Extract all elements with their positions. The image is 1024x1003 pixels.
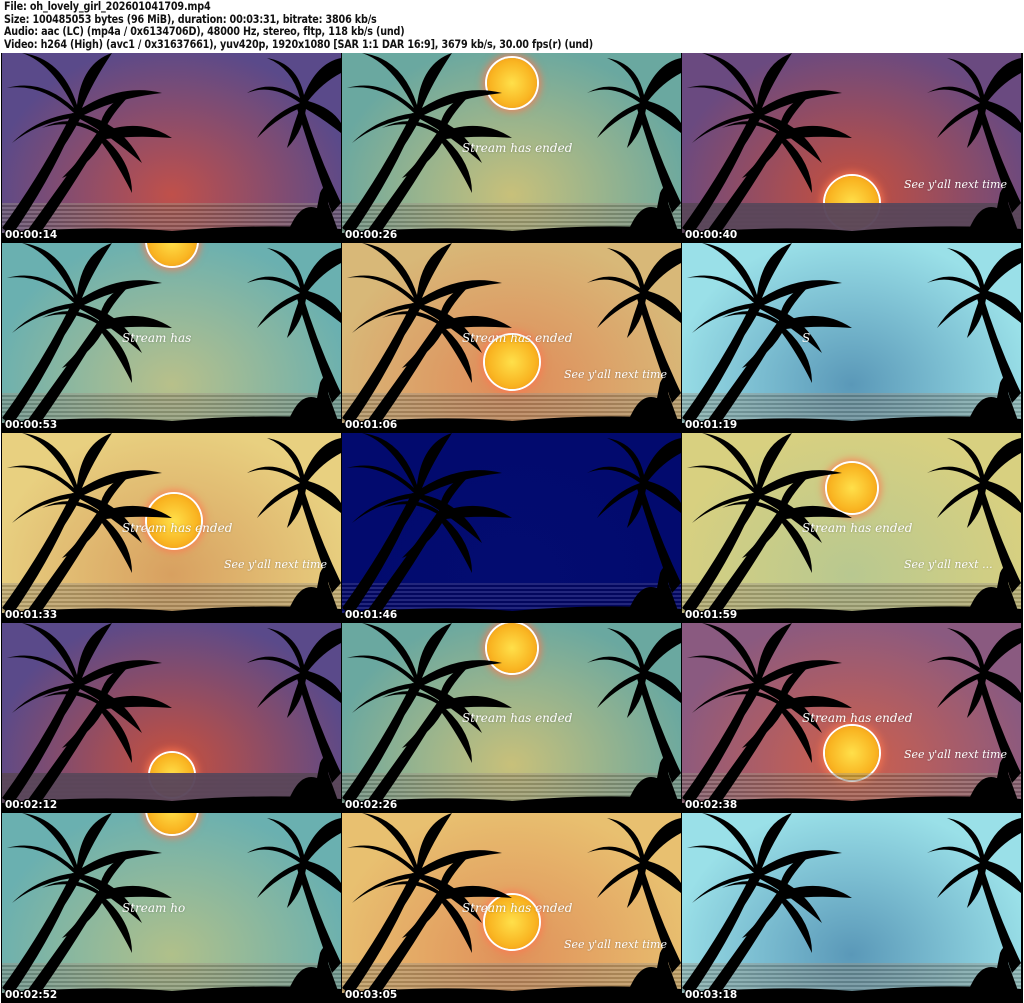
timestamp: 00:03:05	[345, 989, 398, 1001]
caption-see-you: See y'all next time	[564, 368, 667, 381]
caption-stream-ended: Stream has ended	[802, 521, 913, 535]
caption-stream-ended: Stream has ended	[802, 711, 913, 725]
timestamp: 00:01:19	[685, 419, 738, 431]
palm-silhouette-icon	[2, 623, 341, 812]
palm-silhouette-icon	[342, 433, 681, 622]
timestamp: 00:00:53	[5, 419, 58, 431]
palm-silhouette-icon	[682, 813, 1021, 1002]
caption-stream-ended: Stream has ended	[462, 331, 573, 345]
palm-silhouette-icon	[2, 53, 341, 242]
video-info: Video: h264 (High) (avc1 / 0x31637661), …	[4, 37, 593, 51]
caption-stream-ended: Stream has ended	[122, 521, 233, 535]
video-thumbnail[interactable]: Stream has ended 00:00:26	[342, 53, 681, 242]
video-thumbnail[interactable]: 00:00:14	[2, 53, 341, 242]
caption-stream-ended: Stream has ended	[462, 141, 573, 155]
timestamp: 00:00:26	[345, 229, 398, 241]
timestamp: 00:03:18	[685, 989, 738, 1001]
thumbnail-grid: 00:00:14 Stream has ended 00:00:26 See y'…	[1, 53, 1023, 1003]
video-thumbnail[interactable]: Stream ho 00:02:52	[2, 813, 341, 1002]
timestamp: 00:01:46	[345, 609, 398, 621]
video-thumbnail[interactable]: 00:02:12	[2, 623, 341, 812]
caption-stream-ended: Stream has	[122, 331, 192, 345]
timestamp: 00:02:38	[685, 799, 738, 811]
caption-stream-ended: Stream has ended	[462, 901, 573, 915]
caption-see-you: See y'all next time	[224, 558, 327, 571]
video-thumbnail[interactable]: Stream has ended See y'all next time 00:03…	[342, 813, 681, 1002]
video-thumbnail[interactable]: S 00:01:19	[682, 243, 1021, 432]
palm-silhouette-icon	[682, 243, 1021, 432]
timestamp: 00:01:06	[345, 419, 398, 431]
timestamp: 00:02:12	[5, 799, 58, 811]
timestamp: 00:01:33	[5, 609, 58, 621]
video-thumbnail[interactable]: See y'all next time 00:00:40	[682, 53, 1021, 242]
palm-silhouette-icon	[682, 53, 1021, 242]
video-thumbnail[interactable]: 00:01:46	[342, 433, 681, 622]
video-thumbnail[interactable]: Stream has ended See y'all next time 00:01…	[2, 433, 341, 622]
video-thumbnail[interactable]: Stream has ended See y'all next time 00:01…	[342, 243, 681, 432]
timestamp: 00:02:26	[345, 799, 398, 811]
caption-see-you: See y'all next time	[904, 748, 1007, 761]
timestamp: 00:00:14	[5, 229, 58, 241]
video-thumbnail[interactable]: Stream has ended See y'all next ... 00:01:…	[682, 433, 1021, 622]
caption-stream-ended: S	[802, 331, 811, 345]
caption-see-you: See y'all next ...	[904, 558, 993, 571]
caption-stream-ended: Stream has ended	[462, 711, 573, 725]
video-thumbnail[interactable]: Stream has 00:00:53	[2, 243, 341, 432]
caption-stream-ended: Stream ho	[122, 901, 186, 915]
file-info-header: File: oh_lovely_girl_202601041709.mp4 Si…	[4, 0, 689, 51]
timestamp: 00:00:40	[685, 229, 738, 241]
video-thumbnail[interactable]: 00:03:18	[682, 813, 1021, 1002]
caption-see-you: See y'all next time	[564, 938, 667, 951]
caption-see-you: See y'all next time	[904, 178, 1007, 191]
timestamp: 00:02:52	[5, 989, 58, 1001]
timestamp: 00:01:59	[685, 609, 738, 621]
video-thumbnail[interactable]: Stream has ended 00:02:26	[342, 623, 681, 812]
video-thumbnail[interactable]: Stream has ended See y'all next time 00:02…	[682, 623, 1021, 812]
